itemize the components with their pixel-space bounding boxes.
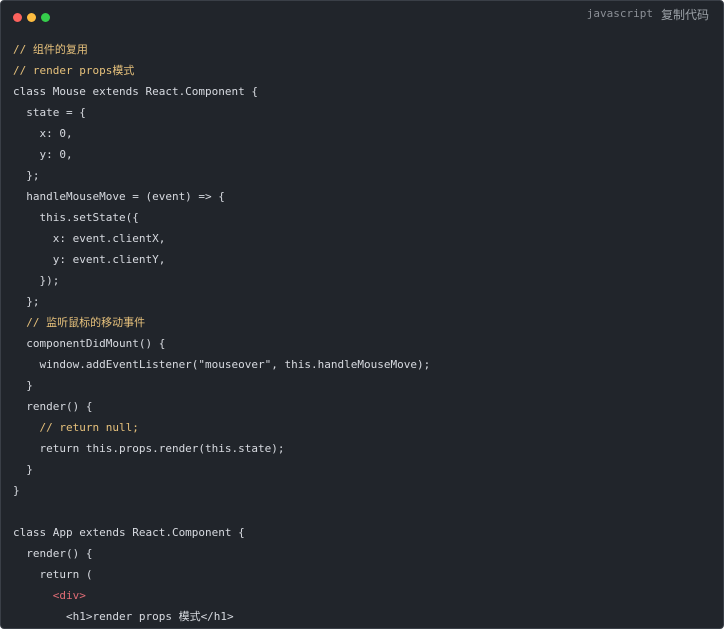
code-line: return ( [13, 568, 93, 581]
code-line: }; [13, 169, 40, 182]
code-line: }); [13, 274, 60, 287]
code-line: <h1>render props 模式</h1> [13, 610, 234, 623]
code-line: window.addEventListener("mouseover", thi… [13, 358, 431, 371]
code-line: componentDidMount() { [13, 337, 166, 350]
code-line: }; [13, 295, 40, 308]
code-line: return this.props.render(this.state); [13, 442, 285, 455]
maximize-dot-icon [41, 13, 50, 22]
code-line: state = { [13, 106, 86, 119]
language-label: javascript [586, 7, 653, 20]
code-line: x: 0, [13, 127, 73, 140]
code-line: } [13, 484, 20, 497]
code-line: render() { [13, 547, 93, 560]
code-line: handleMouseMove = (event) => { [13, 190, 225, 203]
code-line: y: event.clientY, [13, 253, 166, 266]
code-line: // 组件的复用 [13, 43, 88, 56]
code-line: // 监听鼠标的移动事件 [13, 316, 146, 329]
minimize-dot-icon [27, 13, 36, 22]
code-line: <div> [13, 589, 86, 602]
close-dot-icon [13, 13, 22, 22]
code-line: } [13, 463, 33, 476]
code-line: } [13, 379, 33, 392]
code-line: class App extends React.Component { [13, 526, 245, 539]
code-content: // 组件的复用 // render props模式 class Mouse e… [13, 39, 713, 628]
code-line: // return null; [13, 421, 139, 434]
code-line: render() { [13, 400, 93, 413]
code-line: y: 0, [13, 148, 73, 161]
code-block-header: javascript 复制代码 [1, 1, 723, 33]
code-line: this.setState({ [13, 211, 139, 224]
code-line: class Mouse extends React.Component { [13, 85, 259, 98]
copy-code-button[interactable]: 复制代码 [661, 6, 709, 23]
code-line: // render props模式 [13, 64, 135, 77]
code-block-window: javascript 复制代码 // 组件的复用 // render props… [0, 0, 724, 629]
code-line: x: event.clientX, [13, 232, 166, 245]
